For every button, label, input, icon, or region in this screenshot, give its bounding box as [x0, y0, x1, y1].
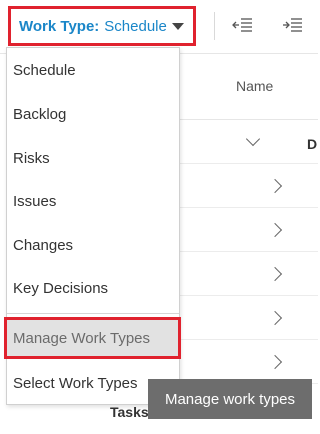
chevron-right-icon[interactable]	[267, 310, 283, 326]
table-row[interactable]	[180, 208, 318, 252]
toolbar: Work Type: Schedule	[0, 0, 318, 54]
menu-item-changes[interactable]: Changes	[7, 223, 179, 267]
chevron-down-icon[interactable]	[245, 131, 261, 147]
menu-item-key-decisions[interactable]: Key Decisions	[7, 266, 179, 310]
table-row[interactable]	[180, 340, 318, 384]
indent-icon[interactable]	[282, 14, 304, 36]
menu-item-backlog[interactable]: Backlog	[7, 92, 179, 136]
tooltip: Manage work types	[148, 379, 312, 419]
table-row[interactable]	[180, 120, 318, 164]
chevron-right-icon[interactable]	[267, 222, 283, 238]
menu-item-issues[interactable]: Issues	[7, 179, 179, 223]
outdent-icon[interactable]	[232, 14, 254, 36]
table-row[interactable]	[180, 164, 318, 208]
highlight-annotation	[4, 317, 181, 359]
menu-item-schedule[interactable]: Schedule	[7, 48, 179, 92]
menu-divider	[7, 313, 179, 314]
chevron-right-icon[interactable]	[267, 178, 283, 194]
caret-down-icon	[172, 23, 184, 30]
menu-item-risks[interactable]: Risks	[7, 136, 179, 180]
chevron-right-icon[interactable]	[267, 266, 283, 282]
work-type-label: Work Type:	[19, 17, 100, 35]
work-type-dropdown-button[interactable]: Work Type: Schedule	[8, 6, 196, 46]
tasks-label: Tasks	[110, 404, 149, 420]
table-row[interactable]	[180, 296, 318, 340]
column-header-partial: D	[307, 136, 318, 152]
toolbar-divider	[214, 12, 215, 40]
table-row[interactable]	[180, 252, 318, 296]
column-header-name[interactable]: Name	[236, 78, 273, 94]
chevron-right-icon[interactable]	[267, 354, 283, 370]
work-type-value: Schedule	[104, 17, 167, 35]
